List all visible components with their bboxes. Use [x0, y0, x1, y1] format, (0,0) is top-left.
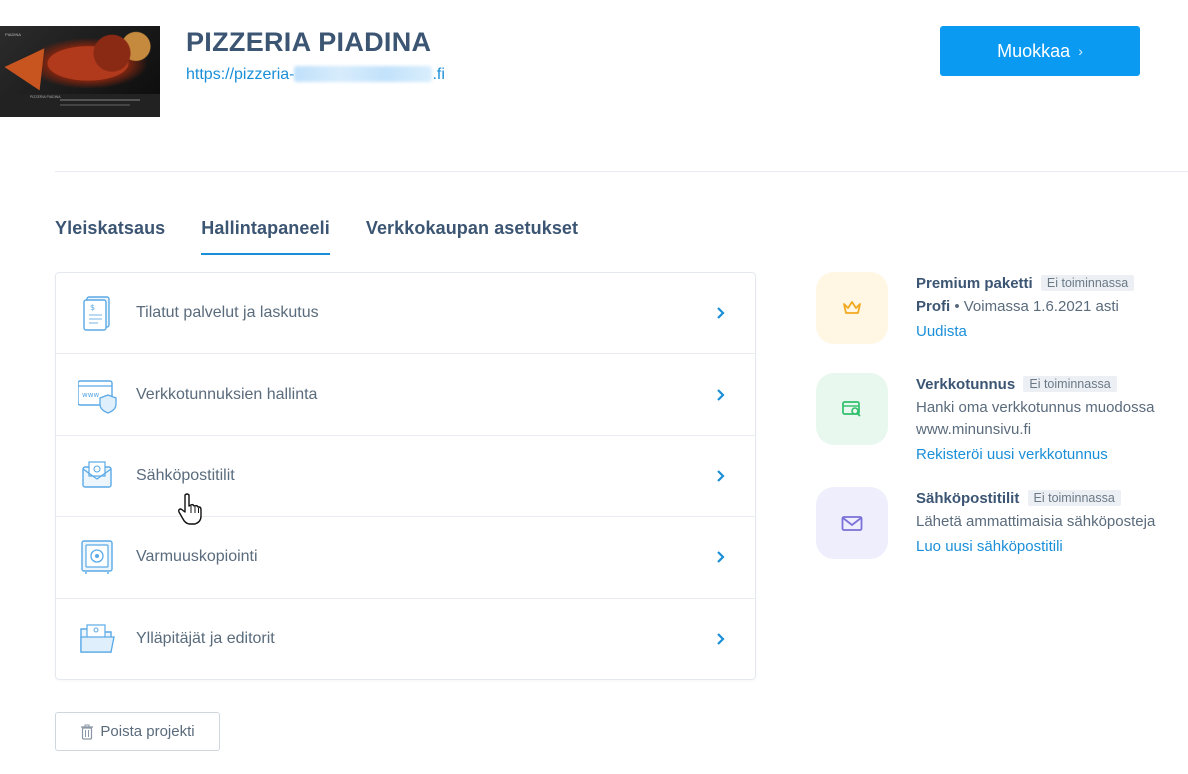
- svg-text:$: $: [90, 303, 95, 312]
- domain-shield-icon: www: [78, 379, 117, 414]
- chevron-right-icon: [717, 470, 725, 482]
- url-prefix: https://pizzeria-: [186, 66, 295, 83]
- trash-icon: [81, 724, 94, 740]
- chevron-right-icon: ›: [1078, 43, 1083, 59]
- safe-icon: [81, 540, 113, 575]
- menu-item-backup[interactable]: Varmuuskopiointi: [56, 517, 755, 599]
- feature-icon-box: [816, 373, 888, 445]
- menu-item-label: Sähköpostitilit: [136, 466, 235, 484]
- thumbnail-heading: PIZZERIA PIADINA: [30, 95, 61, 99]
- edit-button-label: Muokkaa: [997, 40, 1071, 61]
- thumbnail-brand: PIADINA: [5, 32, 22, 37]
- tab-overview[interactable]: Yleiskatsaus: [55, 218, 165, 255]
- invoice-icon: $: [83, 296, 110, 331]
- url-redacted: [294, 66, 433, 82]
- chevron-right-icon: [717, 388, 725, 401]
- thumbnail-line: [60, 104, 130, 106]
- feature-title-text: Verkkotunnus: [916, 376, 1016, 393]
- menu-item-label: Tilatut palvelut ja laskutus: [136, 304, 319, 322]
- feature-desc: Hanki oma verkkotunnus muodossa www.minu…: [916, 399, 1155, 438]
- plan-validity: • Voimassa 1.6.2021 asti: [950, 298, 1119, 315]
- chevron-right-icon: [717, 633, 725, 646]
- delete-project-button[interactable]: Poista projekti: [55, 712, 220, 751]
- renew-link[interactable]: Uudista: [916, 323, 967, 340]
- feature-title-text: Sähköpostitilit: [916, 490, 1020, 507]
- delete-project-label: Poista projekti: [100, 723, 195, 740]
- status-badge: Ei toiminnassa: [1027, 490, 1121, 506]
- menu-item-billing[interactable]: $ Tilatut palvelut ja laskutus: [56, 273, 755, 355]
- feature-desc: Lähetä ammattimaisia sähköposteja: [916, 513, 1156, 530]
- register-domain-link[interactable]: Rekisteröi uusi verkkotunnus: [916, 446, 1108, 463]
- site-title: PIZZERIA PIADINA: [186, 27, 432, 57]
- chevron-right-icon: [717, 307, 725, 319]
- menu-item-email[interactable]: Sähköpostitilit: [56, 436, 755, 518]
- feature-title: Premium paketti Ei toiminnassa: [916, 275, 1135, 292]
- edit-button[interactable]: Muokkaa ›: [940, 26, 1140, 76]
- menu-item-label: Verkkotunnuksien hallinta: [136, 385, 318, 403]
- crown-icon: [843, 301, 861, 314]
- plan-name: Profi: [916, 298, 951, 315]
- header-divider: [55, 171, 1188, 172]
- status-badge: Ei toiminnassa: [1040, 275, 1135, 291]
- envelope-icon: [841, 516, 863, 531]
- tab-shop-settings[interactable]: Verkkokaupan asetukset: [366, 218, 578, 255]
- domain-search-icon: [842, 401, 861, 417]
- menu-item-domains[interactable]: www Verkkotunnuksien hallinta: [56, 354, 755, 436]
- dashboard-menu: $ Tilatut palvelut ja laskutus www Verkk…: [55, 272, 756, 680]
- site-thumbnail[interactable]: PIADINA PIZZERIA PIADINA: [0, 26, 160, 117]
- admin-folder-icon: [80, 624, 115, 653]
- create-email-link[interactable]: Luo uusi sähköpostitili: [916, 538, 1063, 555]
- svg-text:www: www: [82, 391, 99, 399]
- feature-icon-box: [816, 487, 888, 559]
- tab-dashboard[interactable]: Hallintapaneeli: [201, 218, 330, 255]
- feature-title: Sähköpostitilit Ei toiminnassa: [916, 490, 1121, 507]
- status-badge: Ei toiminnassa: [1023, 376, 1117, 392]
- chevron-right-icon: [717, 551, 725, 564]
- menu-item-label: Varmuuskopiointi: [136, 548, 258, 566]
- feature-icon-box: [816, 272, 888, 344]
- site-url-link[interactable]: https://pizzeria- .fi: [186, 66, 445, 84]
- thumbnail-footer: PIZZERIA PIADINA: [0, 94, 160, 117]
- feature-title-text: Premium paketti: [916, 275, 1033, 292]
- url-suffix: .fi: [432, 66, 445, 83]
- menu-item-label: Ylläpitäjät ja editorit: [136, 630, 275, 648]
- feature-title: Verkkotunnus Ei toiminnassa: [916, 376, 1117, 393]
- email-icon: [82, 461, 112, 488]
- tab-bar: Yleiskatsaus Hallintapaneeli Verkkokaupa…: [55, 218, 578, 255]
- thumbnail-line: [60, 99, 140, 101]
- feature-desc: Profi • Voimassa 1.6.2021 asti: [916, 296, 1188, 318]
- menu-item-admins[interactable]: Ylläpitäjät ja editorit: [56, 599, 755, 680]
